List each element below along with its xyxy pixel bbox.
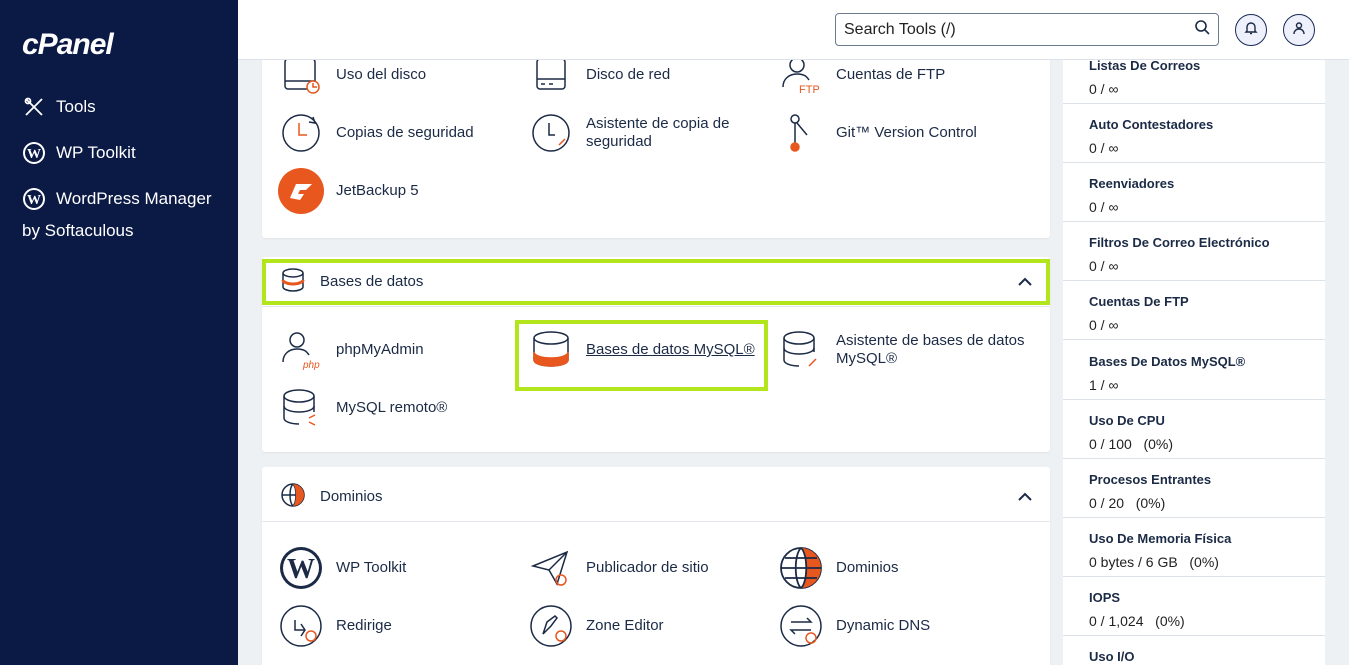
svg-text:FTP: FTP bbox=[799, 84, 820, 96]
tool-zone-editor[interactable]: Zone Editor bbox=[528, 603, 664, 649]
svg-text:W: W bbox=[287, 554, 315, 585]
tool-backup-wizard[interactable]: Asistente de copia de seguridad bbox=[528, 110, 746, 156]
stat-row: Uso De CPU 0 / 100 (0%) bbox=[1063, 400, 1325, 459]
stat-row: Cuentas De FTP 0 / ∞ bbox=[1063, 281, 1325, 340]
notifications-button[interactable] bbox=[1235, 14, 1267, 46]
search-icon[interactable] bbox=[1194, 19, 1210, 40]
domains-section: Dominios W WP Toolkit Publicador de siti… bbox=[262, 467, 1050, 665]
wordpress-icon: W bbox=[278, 545, 324, 591]
database-wizard-icon bbox=[778, 327, 824, 373]
cpanel-logo[interactable]: cPanel bbox=[22, 28, 114, 62]
tool-disk-usage[interactable]: Uso del disco bbox=[278, 60, 426, 98]
tools-icon bbox=[22, 95, 46, 119]
highlight-frame bbox=[515, 320, 768, 391]
redirect-icon bbox=[278, 603, 324, 649]
jetbackup-icon bbox=[278, 168, 324, 214]
phpmyadmin-icon: php bbox=[278, 327, 324, 373]
tool-network-disk[interactable]: Disco de red bbox=[528, 60, 670, 98]
tool-mysql-database-wizard[interactable]: Asistente de bases de datos MySQL® bbox=[778, 327, 1026, 373]
search-box[interactable] bbox=[835, 13, 1219, 46]
stat-row: Reenviadores 0 / ∞ bbox=[1063, 163, 1325, 222]
disk-usage-icon bbox=[278, 60, 324, 98]
svg-text:W: W bbox=[27, 193, 41, 208]
tool-phpmyadmin[interactable]: php phpMyAdmin bbox=[278, 327, 424, 373]
tool-ftp-accounts[interactable]: FTP Cuentas de FTP bbox=[778, 60, 945, 98]
stat-row: Bases De Datos MySQL® 1 / ∞ bbox=[1063, 341, 1325, 400]
stat-row: Procesos Entrantes 0 / 20 (0%) bbox=[1063, 459, 1325, 518]
ftp-icon: FTP bbox=[778, 60, 824, 98]
sidebar-item-label: WP Toolkit bbox=[56, 143, 136, 162]
sidebar-item-wp-toolkit[interactable]: W WP Toolkit bbox=[22, 141, 136, 165]
highlight-frame bbox=[262, 259, 1050, 305]
dynamic-dns-icon bbox=[778, 603, 824, 649]
top-header bbox=[238, 0, 1349, 60]
stat-row: Auto Contestadores 0 / ∞ bbox=[1063, 104, 1325, 163]
tool-wp-toolkit[interactable]: W WP Toolkit bbox=[278, 545, 406, 591]
backup-wizard-icon bbox=[528, 110, 574, 156]
svg-text:W: W bbox=[27, 147, 41, 162]
stat-row: Filtros De Correo Electrónico 0 / ∞ bbox=[1063, 222, 1325, 281]
chevron-up-icon[interactable] bbox=[1018, 489, 1032, 506]
wordpress-icon: W bbox=[22, 187, 46, 211]
user-icon bbox=[1292, 21, 1306, 40]
wordpress-icon: W bbox=[22, 141, 46, 165]
statistics-panel: Listas De Correos 0 / ∞ Auto Contestador… bbox=[1063, 60, 1325, 665]
section-title: Dominios bbox=[320, 488, 383, 505]
network-disk-icon bbox=[528, 60, 574, 98]
domains-section-header[interactable]: Dominios bbox=[262, 472, 1050, 522]
git-icon bbox=[778, 110, 824, 156]
stat-row: Uso I/O bbox=[1063, 636, 1325, 665]
backup-icon bbox=[278, 110, 324, 156]
tool-site-publisher[interactable]: Publicador de sitio bbox=[528, 545, 709, 591]
tool-git-version-control[interactable]: Git™ Version Control bbox=[778, 110, 977, 156]
remote-mysql-icon bbox=[278, 385, 324, 431]
sidebar-item-tools[interactable]: Tools bbox=[22, 95, 96, 119]
tool-jetbackup[interactable]: JetBackup 5 bbox=[278, 168, 419, 214]
sidebar: cPanel Tools W WP Toolkit W WordPress Ma… bbox=[0, 0, 238, 665]
globe-icon bbox=[280, 482, 306, 512]
stat-row: IOPS 0 / 1,024 (0%) bbox=[1063, 577, 1325, 636]
databases-section: Bases de datos php phpMyAdmin Bases de d… bbox=[262, 257, 1050, 452]
tool-domains[interactable]: Dominios bbox=[778, 545, 899, 591]
main-content: Uso del disco Disco de red FTP Cuentas d… bbox=[238, 60, 1063, 665]
bell-icon bbox=[1244, 21, 1258, 40]
scroll-gutter[interactable] bbox=[1325, 60, 1349, 665]
site-publisher-icon bbox=[528, 545, 574, 591]
tool-remote-mysql[interactable]: MySQL remoto® bbox=[278, 385, 447, 431]
files-section: Uso del disco Disco de red FTP Cuentas d… bbox=[262, 60, 1050, 238]
svg-text:php: php bbox=[302, 360, 320, 371]
sidebar-item-label: Tools bbox=[56, 97, 96, 116]
stat-row: Uso De Memoria Física 0 bytes / 6 GB (0%… bbox=[1063, 518, 1325, 577]
sidebar-item-wordpress-manager[interactable]: W WordPress Manager bbox=[22, 187, 212, 211]
globe-icon bbox=[778, 545, 824, 591]
sidebar-item-label: WordPress Manager bbox=[56, 189, 212, 208]
tool-dynamic-dns[interactable]: Dynamic DNS bbox=[778, 603, 930, 649]
tool-redirects[interactable]: Redirige bbox=[278, 603, 392, 649]
search-input[interactable] bbox=[844, 20, 1194, 39]
tool-backups[interactable]: Copias de seguridad bbox=[278, 110, 474, 156]
sidebar-item-sublabel[interactable]: by Softaculous bbox=[22, 221, 134, 241]
stat-row: Listas De Correos 0 / ∞ bbox=[1063, 60, 1325, 104]
zone-editor-icon bbox=[528, 603, 574, 649]
user-menu-button[interactable] bbox=[1283, 14, 1315, 46]
